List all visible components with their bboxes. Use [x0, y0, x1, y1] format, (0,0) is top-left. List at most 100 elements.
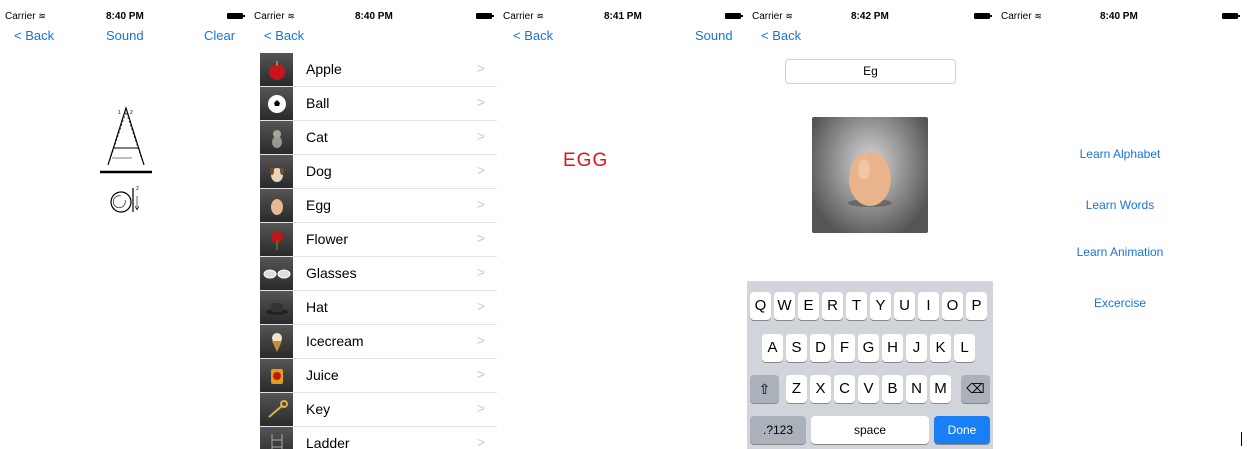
- key-a[interactable]: A: [762, 334, 783, 362]
- chevron-right-icon: >: [476, 298, 485, 314]
- key-f[interactable]: F: [834, 334, 855, 362]
- list-item-glasses[interactable]: Glasses >: [260, 257, 497, 291]
- key-p[interactable]: P: [966, 292, 987, 320]
- list-item-label: Glasses: [306, 265, 357, 281]
- exercise-button[interactable]: Excercise: [996, 296, 1244, 310]
- chevron-right-icon: >: [476, 332, 485, 348]
- learn-words-button[interactable]: Learn Words: [996, 198, 1244, 212]
- key-icon: [260, 393, 293, 426]
- juice-icon: [260, 359, 293, 392]
- key-n[interactable]: N: [906, 375, 927, 403]
- key-m[interactable]: M: [930, 375, 951, 403]
- wifi-icon: ≋: [38, 11, 46, 21]
- sound-button[interactable]: Sound: [695, 28, 733, 43]
- keyboard: Q W E R T Y U I O P A S D F G H J K L ⇧ …: [747, 281, 993, 449]
- list-item-hat[interactable]: Hat >: [260, 291, 497, 325]
- numbers-key[interactable]: .?123: [750, 416, 806, 444]
- screen-word-display: Carrier ≋ 8:41 PM < Back Sound EGG: [498, 0, 746, 449]
- egg-image: [812, 117, 928, 233]
- key-d[interactable]: D: [810, 334, 831, 362]
- screen-main-menu: Carrier ≋ 8:40 PM Learn Alphabet Learn W…: [996, 0, 1247, 449]
- list-item-key[interactable]: Key >: [260, 393, 497, 427]
- chevron-right-icon: >: [476, 434, 485, 449]
- key-z[interactable]: Z: [786, 375, 807, 403]
- delete-key[interactable]: ⌫: [961, 375, 990, 403]
- status-bar: Carrier ≋ 8:40 PM: [0, 0, 248, 22]
- list-item-label: Dog: [306, 163, 332, 179]
- egg-icon: [260, 189, 293, 222]
- shift-key[interactable]: ⇧: [750, 375, 779, 403]
- list-item-egg[interactable]: Egg >: [260, 189, 497, 223]
- key-r[interactable]: R: [822, 292, 843, 320]
- glasses-icon: [260, 257, 293, 290]
- list-item-juice[interactable]: Juice >: [260, 359, 497, 393]
- list-item-label: Key: [306, 401, 331, 417]
- carrier-label: Carrier ≋: [1001, 11, 1042, 22]
- list-item-icecream[interactable]: Icecream >: [260, 325, 497, 359]
- list-item-cat[interactable]: Cat >: [260, 121, 497, 155]
- key-s[interactable]: S: [786, 334, 807, 362]
- key-h[interactable]: H: [882, 334, 903, 362]
- key-g[interactable]: G: [858, 334, 879, 362]
- ladder-icon: [260, 427, 293, 449]
- key-o[interactable]: O: [942, 292, 963, 320]
- screen-type-word: Carrier ≋ 8:42 PM < Back Eg Q W E R T Y …: [747, 0, 995, 449]
- list-item-label: Icecream: [306, 333, 364, 349]
- key-y[interactable]: Y: [870, 292, 891, 320]
- learn-animation-button[interactable]: Learn Animation: [996, 245, 1244, 259]
- list-item-apple[interactable]: Apple >: [260, 53, 497, 87]
- status-time: 8:42 PM: [851, 11, 889, 22]
- key-j[interactable]: J: [906, 334, 927, 362]
- carrier-label: Carrier ≋: [5, 11, 46, 22]
- list-item-dog[interactable]: Dog >: [260, 155, 497, 189]
- back-button[interactable]: < Back: [14, 28, 54, 43]
- battery-icon: [725, 13, 743, 19]
- sound-button[interactable]: Sound: [106, 28, 144, 43]
- letter-trace-image[interactable]: 1 2 2: [96, 100, 156, 220]
- icecream-icon: [260, 325, 293, 358]
- carrier-label: Carrier ≋: [752, 11, 793, 22]
- key-e[interactable]: E: [798, 292, 819, 320]
- key-x[interactable]: X: [810, 375, 831, 403]
- text-cursor: [1241, 432, 1242, 446]
- screen-word-list: Carrier ≋ 8:40 PM < Back Apple > Ball > …: [249, 0, 497, 449]
- status-time: 8:40 PM: [1100, 11, 1138, 22]
- list-item-ladder[interactable]: Ladder >: [260, 427, 497, 449]
- hat-icon: [260, 291, 293, 324]
- key-l[interactable]: L: [954, 334, 975, 362]
- back-button[interactable]: < Back: [513, 28, 553, 43]
- status-bar: Carrier ≋ 8:40 PM: [249, 0, 497, 22]
- clear-button[interactable]: Clear: [204, 28, 235, 43]
- back-button[interactable]: < Back: [264, 28, 304, 43]
- word-label: EGG: [563, 150, 609, 171]
- svg-text:1: 1: [118, 110, 121, 116]
- status-time: 8:40 PM: [106, 11, 144, 22]
- screen-letter-trace: Carrier ≋ 8:40 PM < Back Sound Clear 1 2…: [0, 0, 248, 449]
- key-c[interactable]: C: [834, 375, 855, 403]
- list-item-label: Cat: [306, 129, 328, 145]
- status-time: 8:41 PM: [604, 11, 642, 22]
- shift-icon: ⇧: [758, 381, 771, 397]
- key-w[interactable]: W: [774, 292, 795, 320]
- list-item-label: Apple: [306, 61, 342, 77]
- chevron-right-icon: >: [476, 366, 485, 382]
- status-bar: Carrier ≋ 8:41 PM: [498, 0, 746, 22]
- list-item-ball[interactable]: Ball >: [260, 87, 497, 121]
- key-u[interactable]: U: [894, 292, 915, 320]
- list-item-flower[interactable]: Flower >: [260, 223, 497, 257]
- key-k[interactable]: K: [930, 334, 951, 362]
- word-input[interactable]: Eg: [785, 59, 956, 84]
- key-b[interactable]: B: [882, 375, 903, 403]
- key-v[interactable]: V: [858, 375, 879, 403]
- dog-icon: [260, 155, 293, 188]
- key-t[interactable]: T: [846, 292, 867, 320]
- key-q[interactable]: Q: [750, 292, 771, 320]
- key-i[interactable]: I: [918, 292, 939, 320]
- space-key[interactable]: space: [811, 416, 929, 444]
- wifi-icon: ≋: [287, 11, 295, 21]
- learn-alphabet-button[interactable]: Learn Alphabet: [996, 147, 1244, 161]
- list-item-label: Flower: [306, 231, 349, 247]
- battery-icon: [476, 13, 494, 19]
- done-key[interactable]: Done: [934, 416, 990, 444]
- back-button[interactable]: < Back: [761, 28, 801, 43]
